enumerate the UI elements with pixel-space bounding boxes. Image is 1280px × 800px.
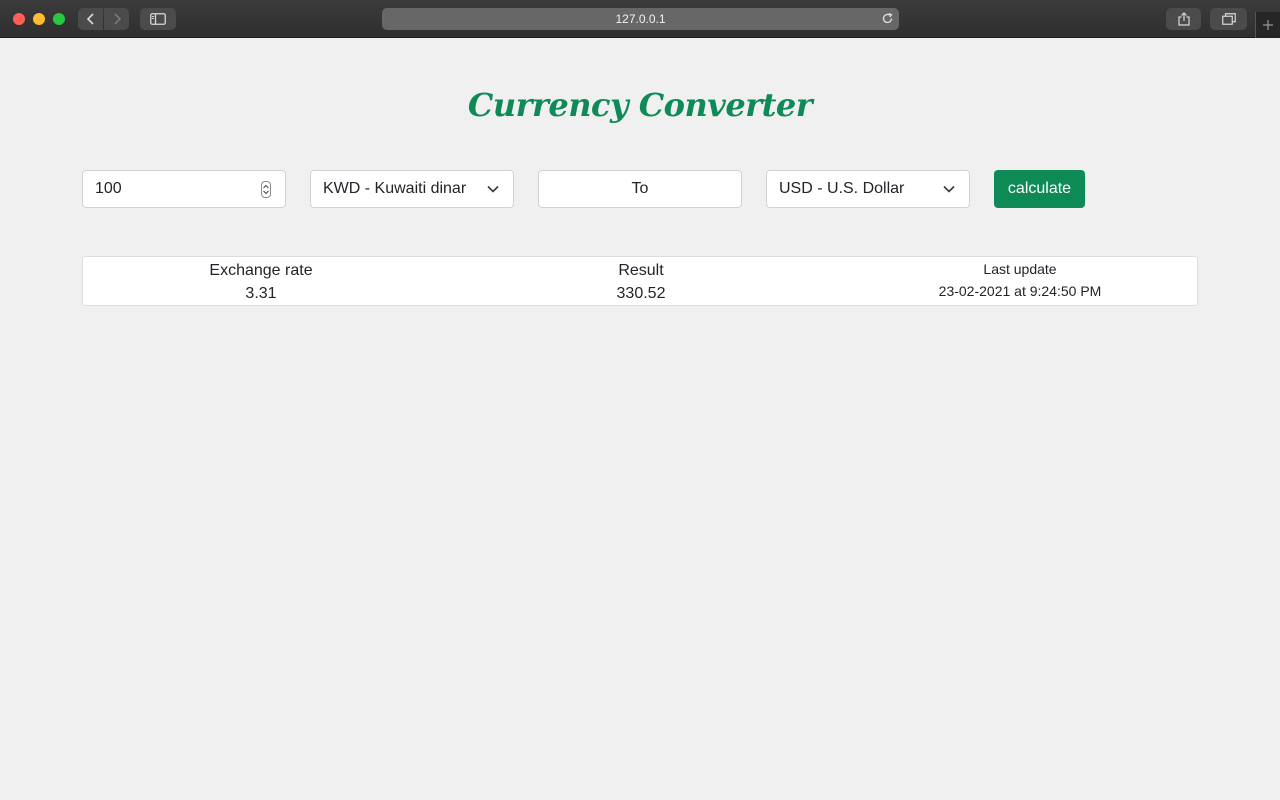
calculate-button[interactable]: calculate — [994, 170, 1085, 208]
sidebar-icon — [150, 13, 166, 25]
sidebar-toggle-button[interactable] — [140, 8, 176, 30]
chevron-down-icon — [943, 185, 955, 193]
stepper-icon[interactable] — [261, 181, 271, 198]
share-icon — [1177, 12, 1190, 26]
to-currency-select[interactable]: USD - U.S. Dollar — [766, 170, 970, 208]
to-label: To — [631, 180, 649, 197]
address-bar[interactable]: 127.0.0.1 — [382, 8, 899, 30]
forward-button[interactable] — [104, 8, 129, 30]
amount-value: 100 — [95, 180, 122, 197]
chevron-down-icon — [487, 185, 499, 193]
forward-icon — [113, 13, 121, 25]
result-value: 330.52 — [616, 285, 666, 302]
back-button[interactable] — [78, 8, 103, 30]
exchange-rate-column: Exchange rate 3.31 — [83, 257, 439, 305]
reload-button[interactable] — [881, 12, 894, 28]
show-tabs-button[interactable] — [1210, 8, 1247, 30]
to-currency-value: USD - U.S. Dollar — [779, 180, 905, 197]
exchange-rate-label: Exchange rate — [209, 262, 313, 279]
url-text: 127.0.0.1 — [615, 12, 666, 26]
result-label: Result — [618, 262, 664, 279]
last-update-value: 23-02-2021 at 9:24:50 PM — [938, 283, 1102, 299]
close-window-button[interactable] — [13, 13, 25, 25]
reload-icon — [882, 12, 893, 24]
amount-input[interactable]: 100 — [82, 170, 286, 208]
last-update-column: Last update 23-02-2021 at 9:24:50 PM — [843, 257, 1197, 305]
back-icon — [86, 13, 94, 25]
browser-titlebar: 127.0.0.1 — [0, 0, 1280, 38]
from-currency-value: KWD - Kuwaiti dinar — [323, 180, 467, 197]
exchange-rate-value: 3.31 — [245, 285, 277, 302]
minimize-window-button[interactable] — [33, 13, 45, 25]
tabs-icon — [1221, 13, 1236, 25]
zoom-window-button[interactable] — [53, 13, 65, 25]
from-currency-select[interactable]: KWD - Kuwaiti dinar — [310, 170, 514, 208]
last-update-label: Last update — [983, 261, 1057, 277]
result-column: Result 330.52 — [463, 257, 819, 305]
share-button[interactable] — [1166, 8, 1201, 30]
plus-icon — [1263, 20, 1273, 30]
page-title: Currency Converter — [467, 86, 813, 124]
to-label-box: To — [538, 170, 742, 208]
results-panel: Exchange rate 3.31 Result 330.52 Last up… — [82, 256, 1198, 306]
new-tab-button[interactable] — [1255, 12, 1280, 38]
